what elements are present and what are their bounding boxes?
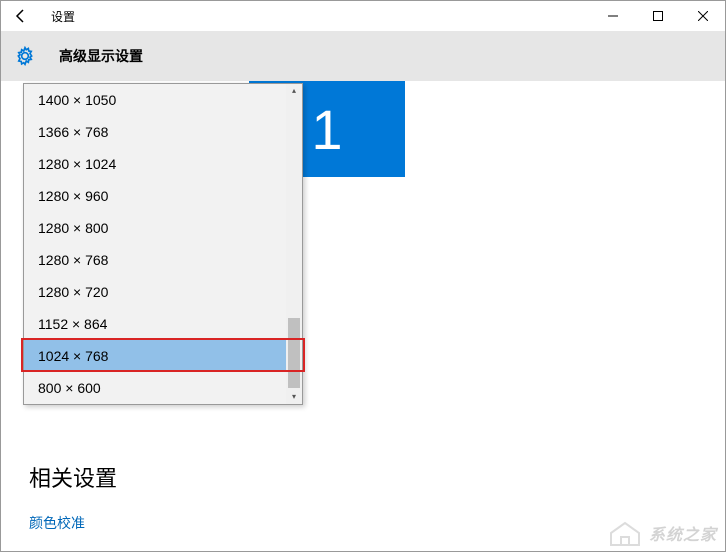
- subheader: 高级显示设置: [1, 31, 725, 81]
- page-title: 高级显示设置: [59, 46, 143, 66]
- resolution-option[interactable]: 1280 × 768: [24, 244, 302, 276]
- close-icon: [698, 11, 708, 21]
- resolution-option[interactable]: 1280 × 720: [24, 276, 302, 308]
- monitor-number: 1: [311, 97, 342, 162]
- window-title: 设置: [51, 8, 75, 25]
- watermark-text: 系统之家: [649, 521, 717, 545]
- arrow-left-icon: [13, 8, 29, 24]
- maximize-icon: [653, 11, 663, 21]
- watermark: 系统之家: [607, 519, 717, 547]
- close-button[interactable]: [680, 1, 725, 31]
- gear-icon: [15, 46, 35, 66]
- house-icon: [607, 519, 643, 547]
- resolution-option[interactable]: 1152 × 864: [24, 308, 302, 340]
- resolution-dropdown[interactable]: 1400 × 1050 1366 × 768 1280 × 1024 1280 …: [23, 83, 303, 405]
- resolution-option[interactable]: 1366 × 768: [24, 116, 302, 148]
- resolution-option[interactable]: 1280 × 800: [24, 212, 302, 244]
- resolution-option[interactable]: 1280 × 960: [24, 180, 302, 212]
- resolution-option-selected[interactable]: 1024 × 768: [24, 340, 302, 372]
- scroll-down-icon[interactable]: ▾: [289, 392, 299, 402]
- minimize-icon: [608, 11, 618, 21]
- resolution-option[interactable]: 1400 × 1050: [24, 84, 302, 116]
- dropdown-scrollbar[interactable]: ▴ ▾: [286, 84, 302, 404]
- resolution-option[interactable]: 800 × 600: [24, 372, 302, 404]
- content-area: 1 1400 × 1050 1366 × 768 1280 × 1024 128…: [1, 81, 725, 553]
- scroll-up-icon[interactable]: ▴: [289, 86, 299, 96]
- maximize-button[interactable]: [635, 1, 680, 31]
- back-button[interactable]: [1, 1, 41, 31]
- window-controls: [590, 1, 725, 31]
- titlebar: 设置: [1, 1, 725, 31]
- related-settings-heading: 相关设置: [29, 461, 117, 493]
- resolution-option[interactable]: 1280 × 1024: [24, 148, 302, 180]
- color-calibration-link[interactable]: 颜色校准: [29, 513, 117, 533]
- scrollbar-thumb[interactable]: [288, 318, 300, 388]
- minimize-button[interactable]: [590, 1, 635, 31]
- related-settings-section: 相关设置 颜色校准: [29, 461, 117, 533]
